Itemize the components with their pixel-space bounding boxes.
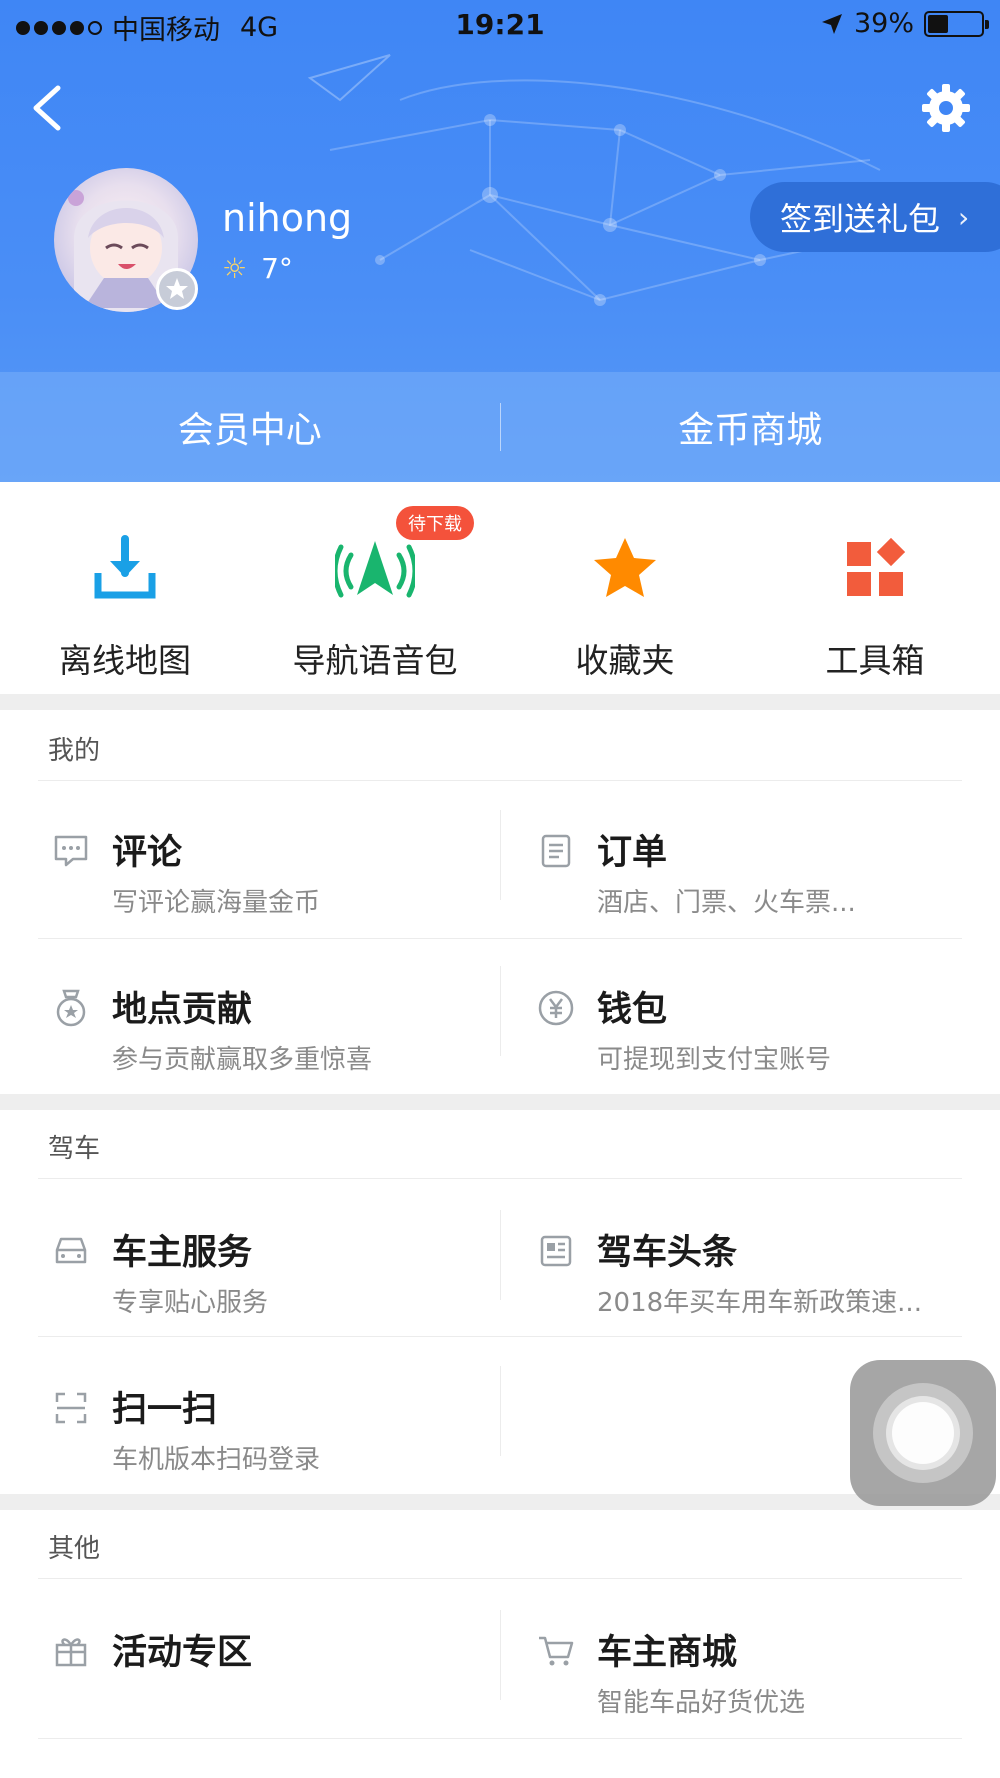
navigation-voice-icon: [335, 541, 415, 598]
scan-icon: [55, 1392, 87, 1424]
divider: [38, 780, 962, 781]
divider: [38, 1578, 962, 1579]
yen-icon: [538, 990, 574, 1026]
paper-plane-icon: [307, 54, 391, 102]
username: nihong: [222, 196, 353, 240]
signin-label: 签到送礼包: [780, 200, 941, 238]
activity-zone-item[interactable]: 活动专区: [50, 1600, 490, 1750]
divider: [38, 938, 962, 939]
battery-icon: [924, 10, 989, 37]
comment-icon: [54, 835, 88, 867]
wallet-subtitle: 可提现到支付宝账号: [597, 1045, 832, 1075]
chevron-left-icon: [33, 85, 61, 131]
gift-icon: [55, 1638, 87, 1667]
scan-title: 扫一扫: [112, 1390, 218, 1430]
car-mall-subtitle: 智能车品好货优选: [597, 1688, 806, 1718]
status-bar: 中国移动 4G 19:21 39%: [0, 0, 1000, 52]
section-gap: [0, 694, 1000, 710]
driving-news-subtitle: 2018年买车用车新政策速...: [597, 1288, 922, 1318]
divider: [38, 1738, 962, 1739]
offline-map-label: 离线地图: [59, 641, 191, 680]
section-gap: [0, 1094, 1000, 1110]
section-title-other: 其他: [48, 1534, 101, 1564]
assistive-touch-button[interactable]: [850, 1360, 996, 1506]
toolbox-label: 工具箱: [825, 641, 925, 680]
car-owner-service-item[interactable]: 车主服务 专享贴心服务: [50, 1200, 490, 1350]
divider: [38, 1336, 962, 1337]
download-icon: [94, 535, 156, 599]
divider: [38, 1178, 962, 1179]
temperature: 7°: [261, 252, 293, 285]
weather-icon: ☼: [222, 252, 248, 285]
favorites-label: 收藏夹: [575, 641, 675, 680]
order-title: 订单: [597, 833, 668, 873]
tab-member-center[interactable]: 会员中心: [0, 401, 500, 453]
member-bar: 会员中心 金币商城: [0, 372, 1000, 482]
chevron-right-icon: ›: [958, 200, 970, 234]
place-contribution-subtitle: 参与贡献赢取多重惊喜: [112, 1045, 373, 1075]
place-contribution-item[interactable]: 地点贡献 参与贡献赢取多重惊喜: [50, 957, 490, 1107]
car-mall-title: 车主商城: [597, 1633, 738, 1673]
comment-title: 评论: [112, 833, 183, 873]
toolbox-icon: [847, 538, 905, 596]
scan-subtitle: 车机版本扫码登录: [112, 1445, 321, 1475]
member-level-badge: [156, 268, 198, 310]
battery-percent: 39%: [853, 8, 914, 39]
divider: [500, 1366, 501, 1456]
tab-coin-mall[interactable]: 金币商城: [501, 401, 1000, 453]
divider: [500, 966, 501, 1056]
section-title-mine: 我的: [48, 736, 101, 766]
driving-news-title: 驾车头条: [597, 1233, 738, 1273]
divider: [500, 1610, 501, 1700]
wallet-item[interactable]: 钱包 可提现到支付宝账号: [535, 957, 975, 1107]
star-badge-icon: [166, 278, 188, 299]
order-icon: [541, 834, 571, 868]
divider: [500, 1210, 501, 1300]
comment-subtitle: 写评论赢海量金币: [112, 888, 321, 918]
weather-info: ☼ 7°: [222, 252, 293, 285]
medal-icon: [56, 989, 86, 1027]
voice-pack-label: 导航语音包: [292, 641, 458, 680]
star-icon: [594, 538, 656, 597]
car-icon: [55, 1237, 87, 1264]
pending-download-badge: 待下载: [396, 506, 474, 540]
profile-header: 中国移动 4G 19:21 39% nihong ☼ 7° 签到送礼包 › 会员…: [0, 0, 1000, 482]
gear-icon: [922, 84, 970, 132]
cart-icon: [539, 1636, 574, 1666]
section-title-driving: 驾车: [48, 1134, 101, 1164]
car-owner-service-subtitle: 专享贴心服务: [112, 1288, 269, 1318]
order-subtitle: 酒店、门票、火车票...: [597, 888, 856, 918]
favorites-button[interactable]: 收藏夹: [500, 482, 750, 694]
quick-actions: 离线地图 导航语音包 收藏夹 工具箱: [0, 482, 1000, 694]
car-owner-service-title: 车主服务: [112, 1233, 253, 1273]
place-contribution-title: 地点贡献: [112, 990, 253, 1030]
wallet-title: 钱包: [597, 990, 668, 1030]
comment-item[interactable]: 评论 写评论赢海量金币: [50, 800, 490, 950]
scan-item[interactable]: 扫一扫 车机版本扫码登录: [50, 1357, 490, 1507]
car-mall-item[interactable]: 车主商城 智能车品好货优选: [535, 1600, 975, 1750]
toolbox-button[interactable]: 工具箱: [750, 482, 1000, 694]
location-arrow-icon: [821, 13, 842, 34]
section-gap: [0, 1494, 1000, 1510]
settings-button[interactable]: [920, 82, 972, 134]
signin-gift-button[interactable]: 签到送礼包 ›: [750, 182, 1000, 252]
activity-zone-title: 活动专区: [112, 1633, 253, 1673]
offline-map-button[interactable]: 离线地图: [0, 482, 250, 694]
driving-news-item[interactable]: 驾车头条 2018年买车用车新政策速...: [535, 1200, 975, 1350]
back-button[interactable]: [26, 80, 70, 136]
divider: [500, 810, 501, 900]
news-icon: [540, 1235, 572, 1267]
order-item[interactable]: 订单 酒店、门票、火车票...: [535, 800, 975, 950]
